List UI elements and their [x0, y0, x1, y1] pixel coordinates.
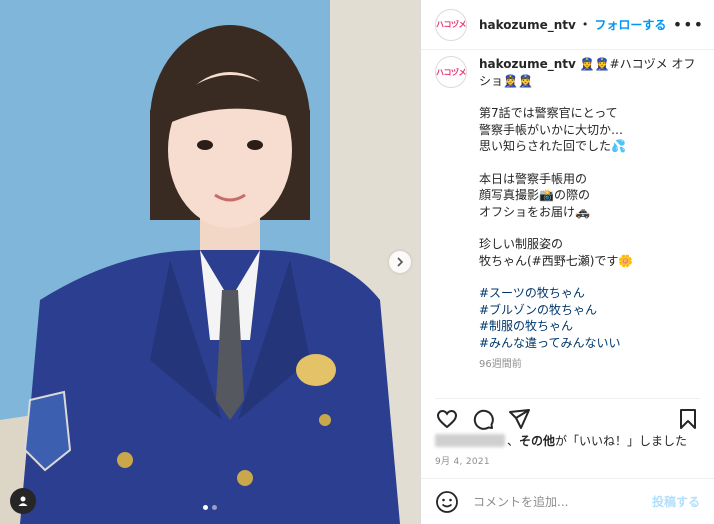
- likes-others-link[interactable]: その他: [519, 432, 555, 449]
- heart-icon[interactable]: [435, 407, 459, 431]
- post-comment-button[interactable]: 投稿する: [652, 493, 700, 510]
- hashtag-link[interactable]: #みんな違ってみんないい: [479, 335, 693, 352]
- carousel-indicator: [203, 505, 217, 510]
- user-icon: [18, 496, 28, 506]
- post-date[interactable]: 9月 4, 2021: [435, 454, 490, 467]
- avatar-logo-text: ハコヅメ: [436, 20, 466, 29]
- caption-username[interactable]: hakozume_ntv: [479, 57, 576, 71]
- carousel-dot: [212, 505, 217, 510]
- post-photo[interactable]: [0, 0, 420, 524]
- caption-text: hakozume_ntv 👮‍♀️👮‍♀️#ハコヅメ オフ ショ👮‍♀️👮‍♀️…: [479, 56, 696, 374]
- follow-button[interactable]: フォローする: [594, 16, 666, 33]
- caption-line: 第7話では警察官にとって: [479, 106, 618, 120]
- caption-line: 顔写真撮影📸の際の: [479, 188, 590, 202]
- caption-line: 思い知らされた回でした💦: [479, 139, 626, 153]
- next-arrow-button[interactable]: [389, 251, 411, 273]
- post-detail-panel: ハコヅメ hakozume_ntv • フォローする ••• ハコヅメ hako…: [420, 0, 714, 524]
- caption-line: 珍しい制服姿の: [479, 237, 564, 251]
- caption-line: 牧ちゃん(#西野七瀬)です🌼: [479, 253, 634, 268]
- caption-timestamp[interactable]: 96週間前: [479, 357, 693, 374]
- bookmark-icon[interactable]: [676, 407, 700, 431]
- username-link[interactable]: hakozume_ntv: [479, 18, 576, 32]
- hashtag-link[interactable]: #スーツの牧ちゃん: [479, 285, 693, 302]
- hashtag-link[interactable]: #制服の牧ちゃん: [479, 318, 693, 335]
- caption-line: 👮‍♀️👮‍♀️#ハコヅメ オフ: [579, 57, 696, 71]
- caption-line: 警察手帳がいかに大切か…: [479, 122, 624, 137]
- post-header: ハコヅメ hakozume_ntv • フォローする •••: [421, 0, 714, 50]
- separator-dot: •: [581, 18, 589, 31]
- tagged-users-button[interactable]: [10, 488, 36, 514]
- caption-avatar[interactable]: ハコヅメ: [435, 56, 467, 88]
- likes-summary: 、 その他 が「いいね！」しました: [435, 432, 687, 449]
- share-icon[interactable]: [507, 407, 531, 431]
- comment-box: 投稿する: [421, 478, 714, 524]
- caption-line: オフショをお届け🚓: [479, 204, 590, 219]
- hashtag-link[interactable]: #ブルゾンの牧ちゃん: [479, 302, 693, 319]
- caption-line: ショ👮‍♀️👮‍♀️: [479, 73, 533, 88]
- caption-area: ハコヅメ hakozume_ntv 👮‍♀️👮‍♀️#ハコヅメ オフ ショ👮‍♀…: [435, 56, 704, 386]
- more-options-button[interactable]: •••: [673, 15, 704, 34]
- avatar-logo-text: ハコヅメ: [436, 67, 466, 77]
- comment-icon[interactable]: [471, 407, 495, 431]
- emoji-icon[interactable]: [435, 490, 459, 514]
- avatar[interactable]: ハコヅメ: [435, 8, 467, 41]
- caption-line: 本日は警察手帳用の: [479, 171, 588, 186]
- liker-name-blurred: [435, 434, 505, 447]
- chevron-right-icon: [397, 257, 404, 267]
- comment-input[interactable]: [471, 493, 652, 510]
- photo-illustration: [0, 0, 420, 524]
- likes-text-b: が「いいね！」しました: [555, 434, 688, 448]
- likes-text-a: 、: [507, 434, 520, 448]
- carousel-dot-active: [203, 505, 208, 510]
